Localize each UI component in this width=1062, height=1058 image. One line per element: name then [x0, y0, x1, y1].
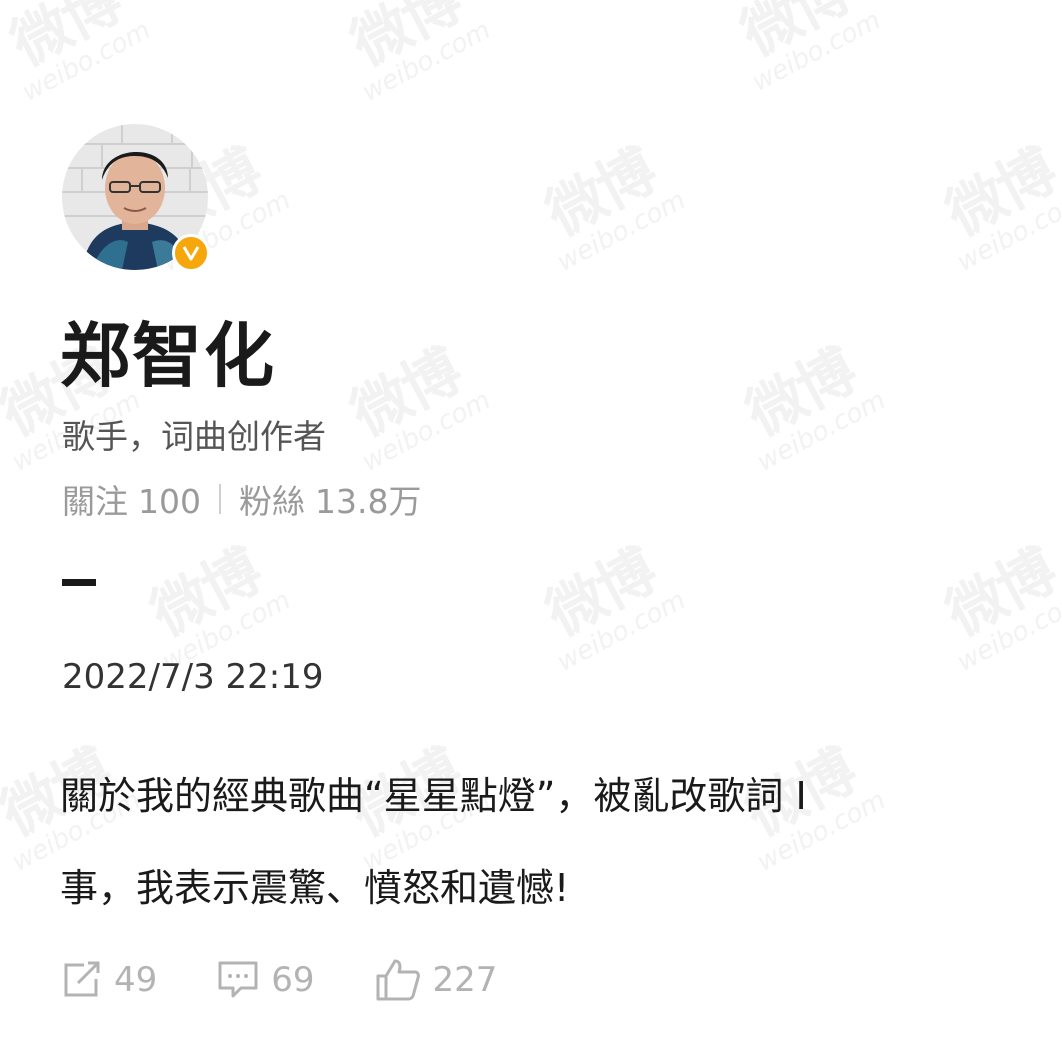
watermark: 微博weibo.com — [535, 536, 691, 678]
following-label: 關注 — [62, 482, 128, 521]
comment-count: 69 — [271, 960, 315, 1000]
followers-label: 粉絲 — [239, 482, 305, 521]
post-content-line: 事，我表示震驚、憤怒和遺憾! — [60, 866, 570, 910]
post-content-line: 關於我的經典歌曲“星星點燈”，被亂改歌詞 I — [60, 774, 807, 818]
following-count: 100 — [138, 482, 201, 521]
watermark: 微博weibo.com — [0, 0, 156, 108]
divider-dash — [62, 579, 96, 586]
watermark: 微博weibo.com — [535, 136, 691, 278]
comment-icon — [218, 961, 258, 998]
profile-stats: 關注 100 粉絲 13.8万 — [62, 475, 421, 523]
comment-button[interactable]: 69 — [217, 960, 315, 1000]
followers-link[interactable]: 粉絲 13.8万 — [239, 475, 421, 523]
following-link[interactable]: 關注 100 — [62, 475, 201, 523]
watermark: 微博weibo.com — [340, 0, 496, 108]
profile-name[interactable]: 郑智化 — [60, 300, 276, 401]
stats-divider — [219, 484, 221, 514]
followers-count: 13.8万 — [315, 482, 422, 521]
thumbs-up-icon — [376, 959, 420, 1001]
watermark: 微博weibo.com — [935, 136, 1062, 278]
repost-button[interactable]: 49 — [62, 960, 157, 1000]
post-actions: 49 69 227 — [62, 958, 557, 1002]
watermark: 微博weibo.com — [935, 536, 1062, 678]
profile-bio: 歌手，词曲创作者 — [62, 417, 326, 456]
repost-count: 49 — [114, 960, 158, 1000]
watermark: 微博weibo.com — [140, 536, 296, 678]
post-timestamp: 2022/7/3 22:19 — [62, 657, 324, 697]
watermark: 微博weibo.com — [340, 336, 496, 478]
watermark: 微博weibo.com — [730, 0, 886, 98]
repost-icon — [64, 961, 100, 997]
watermark: 微博weibo.com — [735, 336, 891, 478]
verified-badge-icon — [172, 234, 210, 272]
post-content[interactable]: 關於我的經典歌曲“星星點燈”，被亂改歌詞 I 事，我表示震驚、憤怒和遺憾! — [60, 750, 1000, 934]
like-count: 227 — [432, 960, 498, 1000]
like-button[interactable]: 227 — [375, 958, 498, 1002]
